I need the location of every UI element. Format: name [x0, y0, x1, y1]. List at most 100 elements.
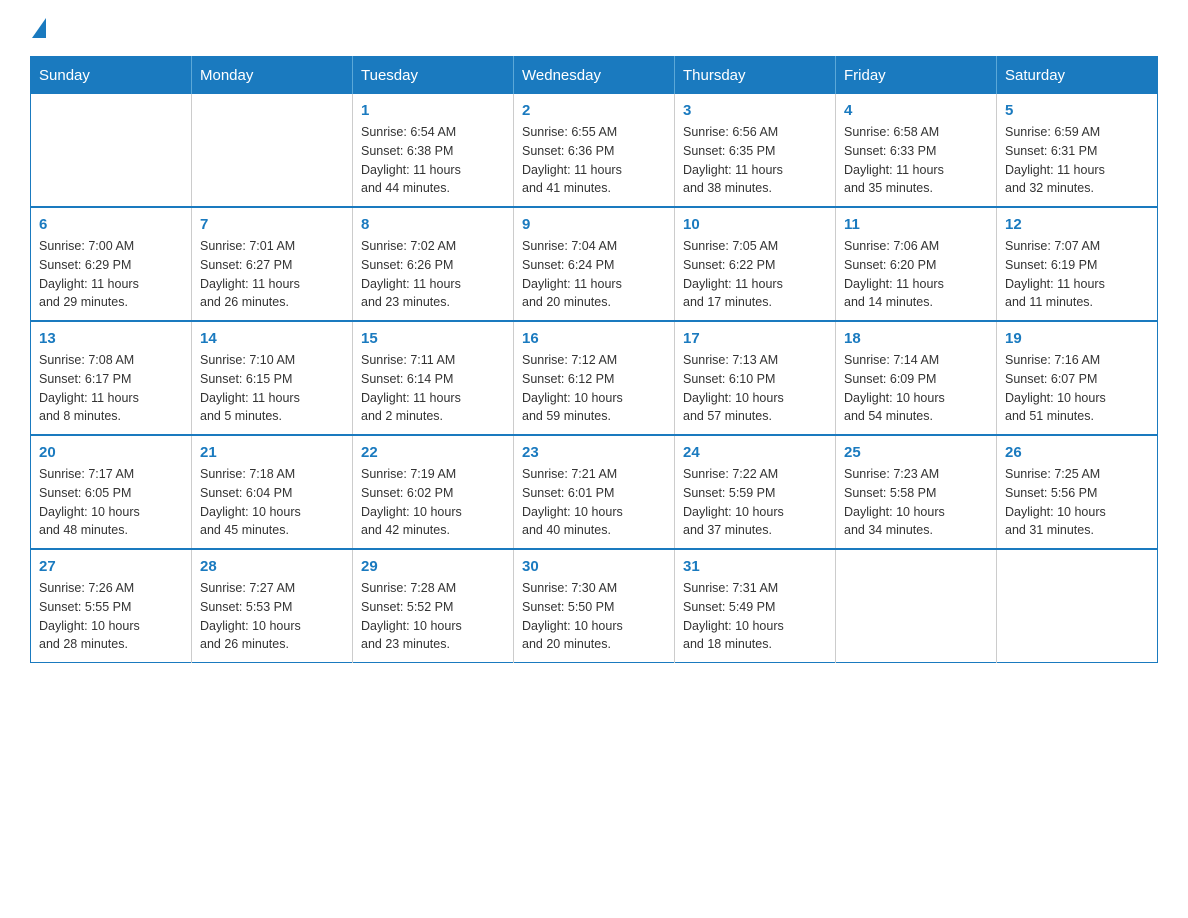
day-info: Sunrise: 6:59 AMSunset: 6:31 PMDaylight:…: [1005, 123, 1149, 198]
day-info: Sunrise: 7:01 AMSunset: 6:27 PMDaylight:…: [200, 237, 344, 312]
calendar-cell: 21 Sunrise: 7:18 AMSunset: 6:04 PMDayligh…: [192, 435, 353, 549]
day-info: Sunrise: 7:23 AMSunset: 5:58 PMDaylight:…: [844, 465, 988, 540]
calendar-body: 1 Sunrise: 6:54 AMSunset: 6:38 PMDaylight…: [31, 94, 1158, 663]
day-info: Sunrise: 7:22 AMSunset: 5:59 PMDaylight:…: [683, 465, 827, 540]
day-number: 10: [683, 216, 827, 233]
day-number: 23: [522, 444, 666, 461]
day-number: 12: [1005, 216, 1149, 233]
day-number: 14: [200, 330, 344, 347]
calendar-cell: 12 Sunrise: 7:07 AMSunset: 6:19 PMDayligh…: [997, 207, 1158, 321]
calendar-week-row: 1 Sunrise: 6:54 AMSunset: 6:38 PMDaylight…: [31, 94, 1158, 207]
day-number: 1: [361, 102, 505, 119]
day-info: Sunrise: 7:17 AMSunset: 6:05 PMDaylight:…: [39, 465, 183, 540]
day-number: 6: [39, 216, 183, 233]
calendar-cell: 26 Sunrise: 7:25 AMSunset: 5:56 PMDayligh…: [997, 435, 1158, 549]
calendar-cell: 11 Sunrise: 7:06 AMSunset: 6:20 PMDayligh…: [836, 207, 997, 321]
calendar-cell: [997, 549, 1158, 663]
day-info: Sunrise: 7:21 AMSunset: 6:01 PMDaylight:…: [522, 465, 666, 540]
day-number: 4: [844, 102, 988, 119]
calendar-cell: 3 Sunrise: 6:56 AMSunset: 6:35 PMDaylight…: [675, 94, 836, 207]
calendar-week-row: 20 Sunrise: 7:17 AMSunset: 6:05 PMDayligh…: [31, 435, 1158, 549]
day-number: 3: [683, 102, 827, 119]
calendar-cell: 30Sunrise: 7:30 AMSunset: 5:50 PMDayligh…: [514, 549, 675, 663]
calendar-week-row: 6 Sunrise: 7:00 AMSunset: 6:29 PMDaylight…: [31, 207, 1158, 321]
calendar-cell: 5 Sunrise: 6:59 AMSunset: 6:31 PMDaylight…: [997, 94, 1158, 207]
logo-triangle-icon: [32, 18, 46, 38]
calendar-cell: 4 Sunrise: 6:58 AMSunset: 6:33 PMDaylight…: [836, 94, 997, 207]
day-info: Sunrise: 6:58 AMSunset: 6:33 PMDaylight:…: [844, 123, 988, 198]
calendar-cell: 9 Sunrise: 7:04 AMSunset: 6:24 PMDaylight…: [514, 207, 675, 321]
day-info: Sunrise: 7:08 AMSunset: 6:17 PMDaylight:…: [39, 351, 183, 426]
day-number: 29: [361, 558, 505, 575]
calendar-cell: 31Sunrise: 7:31 AMSunset: 5:49 PMDayligh…: [675, 549, 836, 663]
day-number: 5: [1005, 102, 1149, 119]
weekday-header-wednesday: Wednesday: [514, 57, 675, 95]
calendar-table: SundayMondayTuesdayWednesdayThursdayFrid…: [30, 56, 1158, 663]
day-number: 11: [844, 216, 988, 233]
day-info: Sunrise: 7:10 AMSunset: 6:15 PMDaylight:…: [200, 351, 344, 426]
day-number: 13: [39, 330, 183, 347]
day-info: Sunrise: 6:55 AMSunset: 6:36 PMDaylight:…: [522, 123, 666, 198]
header: [30, 20, 1158, 40]
day-info: Sunrise: 6:54 AMSunset: 6:38 PMDaylight:…: [361, 123, 505, 198]
day-number: 22: [361, 444, 505, 461]
calendar-cell: 28Sunrise: 7:27 AMSunset: 5:53 PMDayligh…: [192, 549, 353, 663]
calendar-cell: 18 Sunrise: 7:14 AMSunset: 6:09 PMDayligh…: [836, 321, 997, 435]
day-number: 27: [39, 558, 183, 575]
calendar-cell: [836, 549, 997, 663]
calendar-cell: 1 Sunrise: 6:54 AMSunset: 6:38 PMDaylight…: [353, 94, 514, 207]
weekday-header-thursday: Thursday: [675, 57, 836, 95]
day-info: Sunrise: 7:05 AMSunset: 6:22 PMDaylight:…: [683, 237, 827, 312]
calendar-cell: 14 Sunrise: 7:10 AMSunset: 6:15 PMDayligh…: [192, 321, 353, 435]
day-info: Sunrise: 7:25 AMSunset: 5:56 PMDaylight:…: [1005, 465, 1149, 540]
logo: [30, 20, 46, 40]
calendar-cell: 25 Sunrise: 7:23 AMSunset: 5:58 PMDayligh…: [836, 435, 997, 549]
day-info: Sunrise: 7:26 AMSunset: 5:55 PMDaylight:…: [39, 579, 183, 654]
day-info: Sunrise: 7:06 AMSunset: 6:20 PMDaylight:…: [844, 237, 988, 312]
day-info: Sunrise: 7:19 AMSunset: 6:02 PMDaylight:…: [361, 465, 505, 540]
calendar-week-row: 13 Sunrise: 7:08 AMSunset: 6:17 PMDayligh…: [31, 321, 1158, 435]
calendar-cell: 16 Sunrise: 7:12 AMSunset: 6:12 PMDayligh…: [514, 321, 675, 435]
weekday-header-saturday: Saturday: [997, 57, 1158, 95]
calendar-cell: 17Sunrise: 7:13 AMSunset: 6:10 PMDayligh…: [675, 321, 836, 435]
calendar-cell: 13 Sunrise: 7:08 AMSunset: 6:17 PMDayligh…: [31, 321, 192, 435]
day-number: 28: [200, 558, 344, 575]
calendar-cell: 27 Sunrise: 7:26 AMSunset: 5:55 PMDayligh…: [31, 549, 192, 663]
calendar-cell: 19 Sunrise: 7:16 AMSunset: 6:07 PMDayligh…: [997, 321, 1158, 435]
calendar-cell: 15 Sunrise: 7:11 AMSunset: 6:14 PMDayligh…: [353, 321, 514, 435]
calendar-cell: 23 Sunrise: 7:21 AMSunset: 6:01 PMDayligh…: [514, 435, 675, 549]
day-info: Sunrise: 6:56 AMSunset: 6:35 PMDaylight:…: [683, 123, 827, 198]
day-info: Sunrise: 7:14 AMSunset: 6:09 PMDaylight:…: [844, 351, 988, 426]
day-number: 9: [522, 216, 666, 233]
day-number: 17: [683, 330, 827, 347]
calendar-cell: 20 Sunrise: 7:17 AMSunset: 6:05 PMDayligh…: [31, 435, 192, 549]
day-number: 25: [844, 444, 988, 461]
calendar-cell: [192, 94, 353, 207]
calendar-cell: 2Sunrise: 6:55 AMSunset: 6:36 PMDaylight…: [514, 94, 675, 207]
day-info: Sunrise: 7:16 AMSunset: 6:07 PMDaylight:…: [1005, 351, 1149, 426]
day-info: Sunrise: 7:18 AMSunset: 6:04 PMDaylight:…: [200, 465, 344, 540]
calendar-cell: 10 Sunrise: 7:05 AMSunset: 6:22 PMDayligh…: [675, 207, 836, 321]
day-info: Sunrise: 7:04 AMSunset: 6:24 PMDaylight:…: [522, 237, 666, 312]
calendar-week-row: 27 Sunrise: 7:26 AMSunset: 5:55 PMDayligh…: [31, 549, 1158, 663]
day-number: 21: [200, 444, 344, 461]
day-info: Sunrise: 7:11 AMSunset: 6:14 PMDaylight:…: [361, 351, 505, 426]
day-info: Sunrise: 7:07 AMSunset: 6:19 PMDaylight:…: [1005, 237, 1149, 312]
day-number: 16: [522, 330, 666, 347]
day-number: 30: [522, 558, 666, 575]
day-info: Sunrise: 7:12 AMSunset: 6:12 PMDaylight:…: [522, 351, 666, 426]
calendar-cell: 22 Sunrise: 7:19 AMSunset: 6:02 PMDayligh…: [353, 435, 514, 549]
calendar-cell: 7 Sunrise: 7:01 AMSunset: 6:27 PMDaylight…: [192, 207, 353, 321]
day-number: 15: [361, 330, 505, 347]
weekday-header-friday: Friday: [836, 57, 997, 95]
day-number: 24: [683, 444, 827, 461]
day-number: 7: [200, 216, 344, 233]
day-info: Sunrise: 7:31 AMSunset: 5:49 PMDaylight:…: [683, 579, 827, 654]
day-number: 20: [39, 444, 183, 461]
day-info: Sunrise: 7:00 AMSunset: 6:29 PMDaylight:…: [39, 237, 183, 312]
day-number: 19: [1005, 330, 1149, 347]
weekday-header-tuesday: Tuesday: [353, 57, 514, 95]
weekday-header-row: SundayMondayTuesdayWednesdayThursdayFrid…: [31, 57, 1158, 95]
day-number: 26: [1005, 444, 1149, 461]
day-number: 18: [844, 330, 988, 347]
